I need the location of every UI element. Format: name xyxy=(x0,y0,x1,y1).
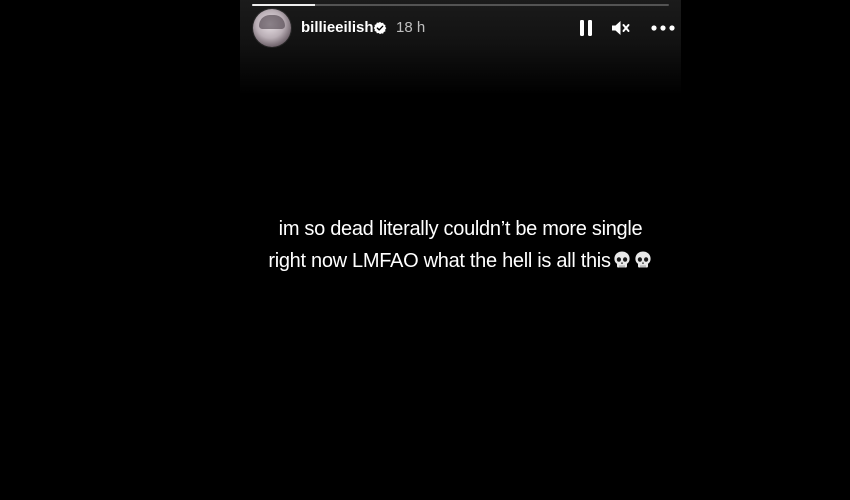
story-viewer[interactable]: billieeilish 18 h im so dead literally c… xyxy=(240,0,681,500)
right-backdrop xyxy=(681,0,850,500)
pause-icon xyxy=(580,20,592,36)
pause-button[interactable] xyxy=(575,17,597,39)
story-caption: im so dead literally couldn’t be more si… xyxy=(240,213,681,277)
avatar-photo xyxy=(259,15,285,29)
skull-emoji-icon xyxy=(614,251,630,268)
skull-emoji-icon xyxy=(635,251,651,268)
more-options-icon xyxy=(651,25,675,31)
verified-badge-icon xyxy=(373,21,387,35)
mute-button[interactable] xyxy=(610,17,632,39)
more-options-button[interactable] xyxy=(650,17,676,39)
left-backdrop xyxy=(0,0,240,500)
header-gradient xyxy=(240,0,681,95)
caption-line-2-text: right now LMFAO what the hell is all thi… xyxy=(268,250,611,272)
username[interactable]: billieeilish xyxy=(301,19,374,37)
timestamp: 18 h xyxy=(396,19,426,36)
caption-line-1: im so dead literally couldn’t be more si… xyxy=(278,218,643,240)
story-progress-fill xyxy=(252,4,315,6)
avatar[interactable] xyxy=(253,9,291,47)
caption-line-2: right now LMFAO what the hell is all thi… xyxy=(240,245,681,277)
muted-speaker-icon xyxy=(612,21,630,35)
story-progress-bar xyxy=(252,4,669,6)
